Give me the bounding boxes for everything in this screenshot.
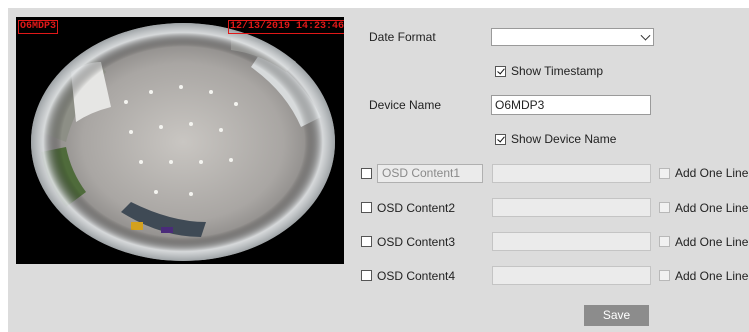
date-format-label: Date Format bbox=[369, 30, 436, 44]
osd-content2-checkbox[interactable] bbox=[361, 202, 372, 213]
show-device-name-label: Show Device Name bbox=[511, 132, 617, 146]
osd-content1-label: OSD Content1 bbox=[382, 166, 461, 180]
osd-content3-add-line-label: Add One Line bbox=[675, 235, 749, 249]
device-name-label: Device Name bbox=[369, 98, 442, 112]
date-format-select[interactable] bbox=[491, 28, 654, 46]
osd-content1-select[interactable]: OSD Content1 bbox=[377, 164, 483, 183]
osd-content4-label: OSD Content4 bbox=[377, 269, 456, 283]
osd-content3-label: OSD Content3 bbox=[377, 235, 456, 249]
device-name-input[interactable]: O6MDP3 bbox=[491, 95, 651, 115]
preview-timestamp-overlay: 12/13/2019 14:23:46 bbox=[228, 20, 344, 34]
osd-content3-input[interactable] bbox=[492, 232, 651, 251]
osd-content1-checkbox[interactable] bbox=[361, 168, 372, 179]
osd-content2-label: OSD Content2 bbox=[377, 201, 456, 215]
osd-content2-input[interactable] bbox=[492, 198, 651, 217]
show-timestamp-checkbox[interactable] bbox=[495, 66, 506, 77]
show-timestamp-label: Show Timestamp bbox=[511, 64, 604, 78]
osd-content3-add-line-checkbox[interactable] bbox=[659, 236, 670, 247]
osd-content3-checkbox[interactable] bbox=[361, 236, 372, 247]
osd-content4-input[interactable] bbox=[492, 266, 651, 285]
fisheye-image bbox=[31, 23, 335, 261]
osd-content4-add-line-label: Add One Line bbox=[675, 269, 749, 283]
chevron-down-icon bbox=[640, 30, 651, 41]
video-preview: O6MDP3 12/13/2019 14:23:46 bbox=[16, 17, 344, 264]
osd-content1-add-line-label: Add One Line bbox=[675, 166, 749, 180]
osd-content1-input[interactable] bbox=[492, 164, 651, 183]
osd-content4-checkbox[interactable] bbox=[361, 270, 372, 281]
save-button[interactable]: Save bbox=[584, 305, 649, 326]
preview-device-name-overlay: O6MDP3 bbox=[18, 20, 59, 34]
osd-content1-add-line-checkbox[interactable] bbox=[659, 168, 670, 179]
show-device-name-checkbox[interactable] bbox=[495, 134, 506, 145]
osd-content4-add-line-checkbox[interactable] bbox=[659, 270, 670, 281]
osd-content2-add-line-checkbox[interactable] bbox=[659, 202, 670, 213]
osd-content2-add-line-label: Add One Line bbox=[675, 201, 749, 215]
